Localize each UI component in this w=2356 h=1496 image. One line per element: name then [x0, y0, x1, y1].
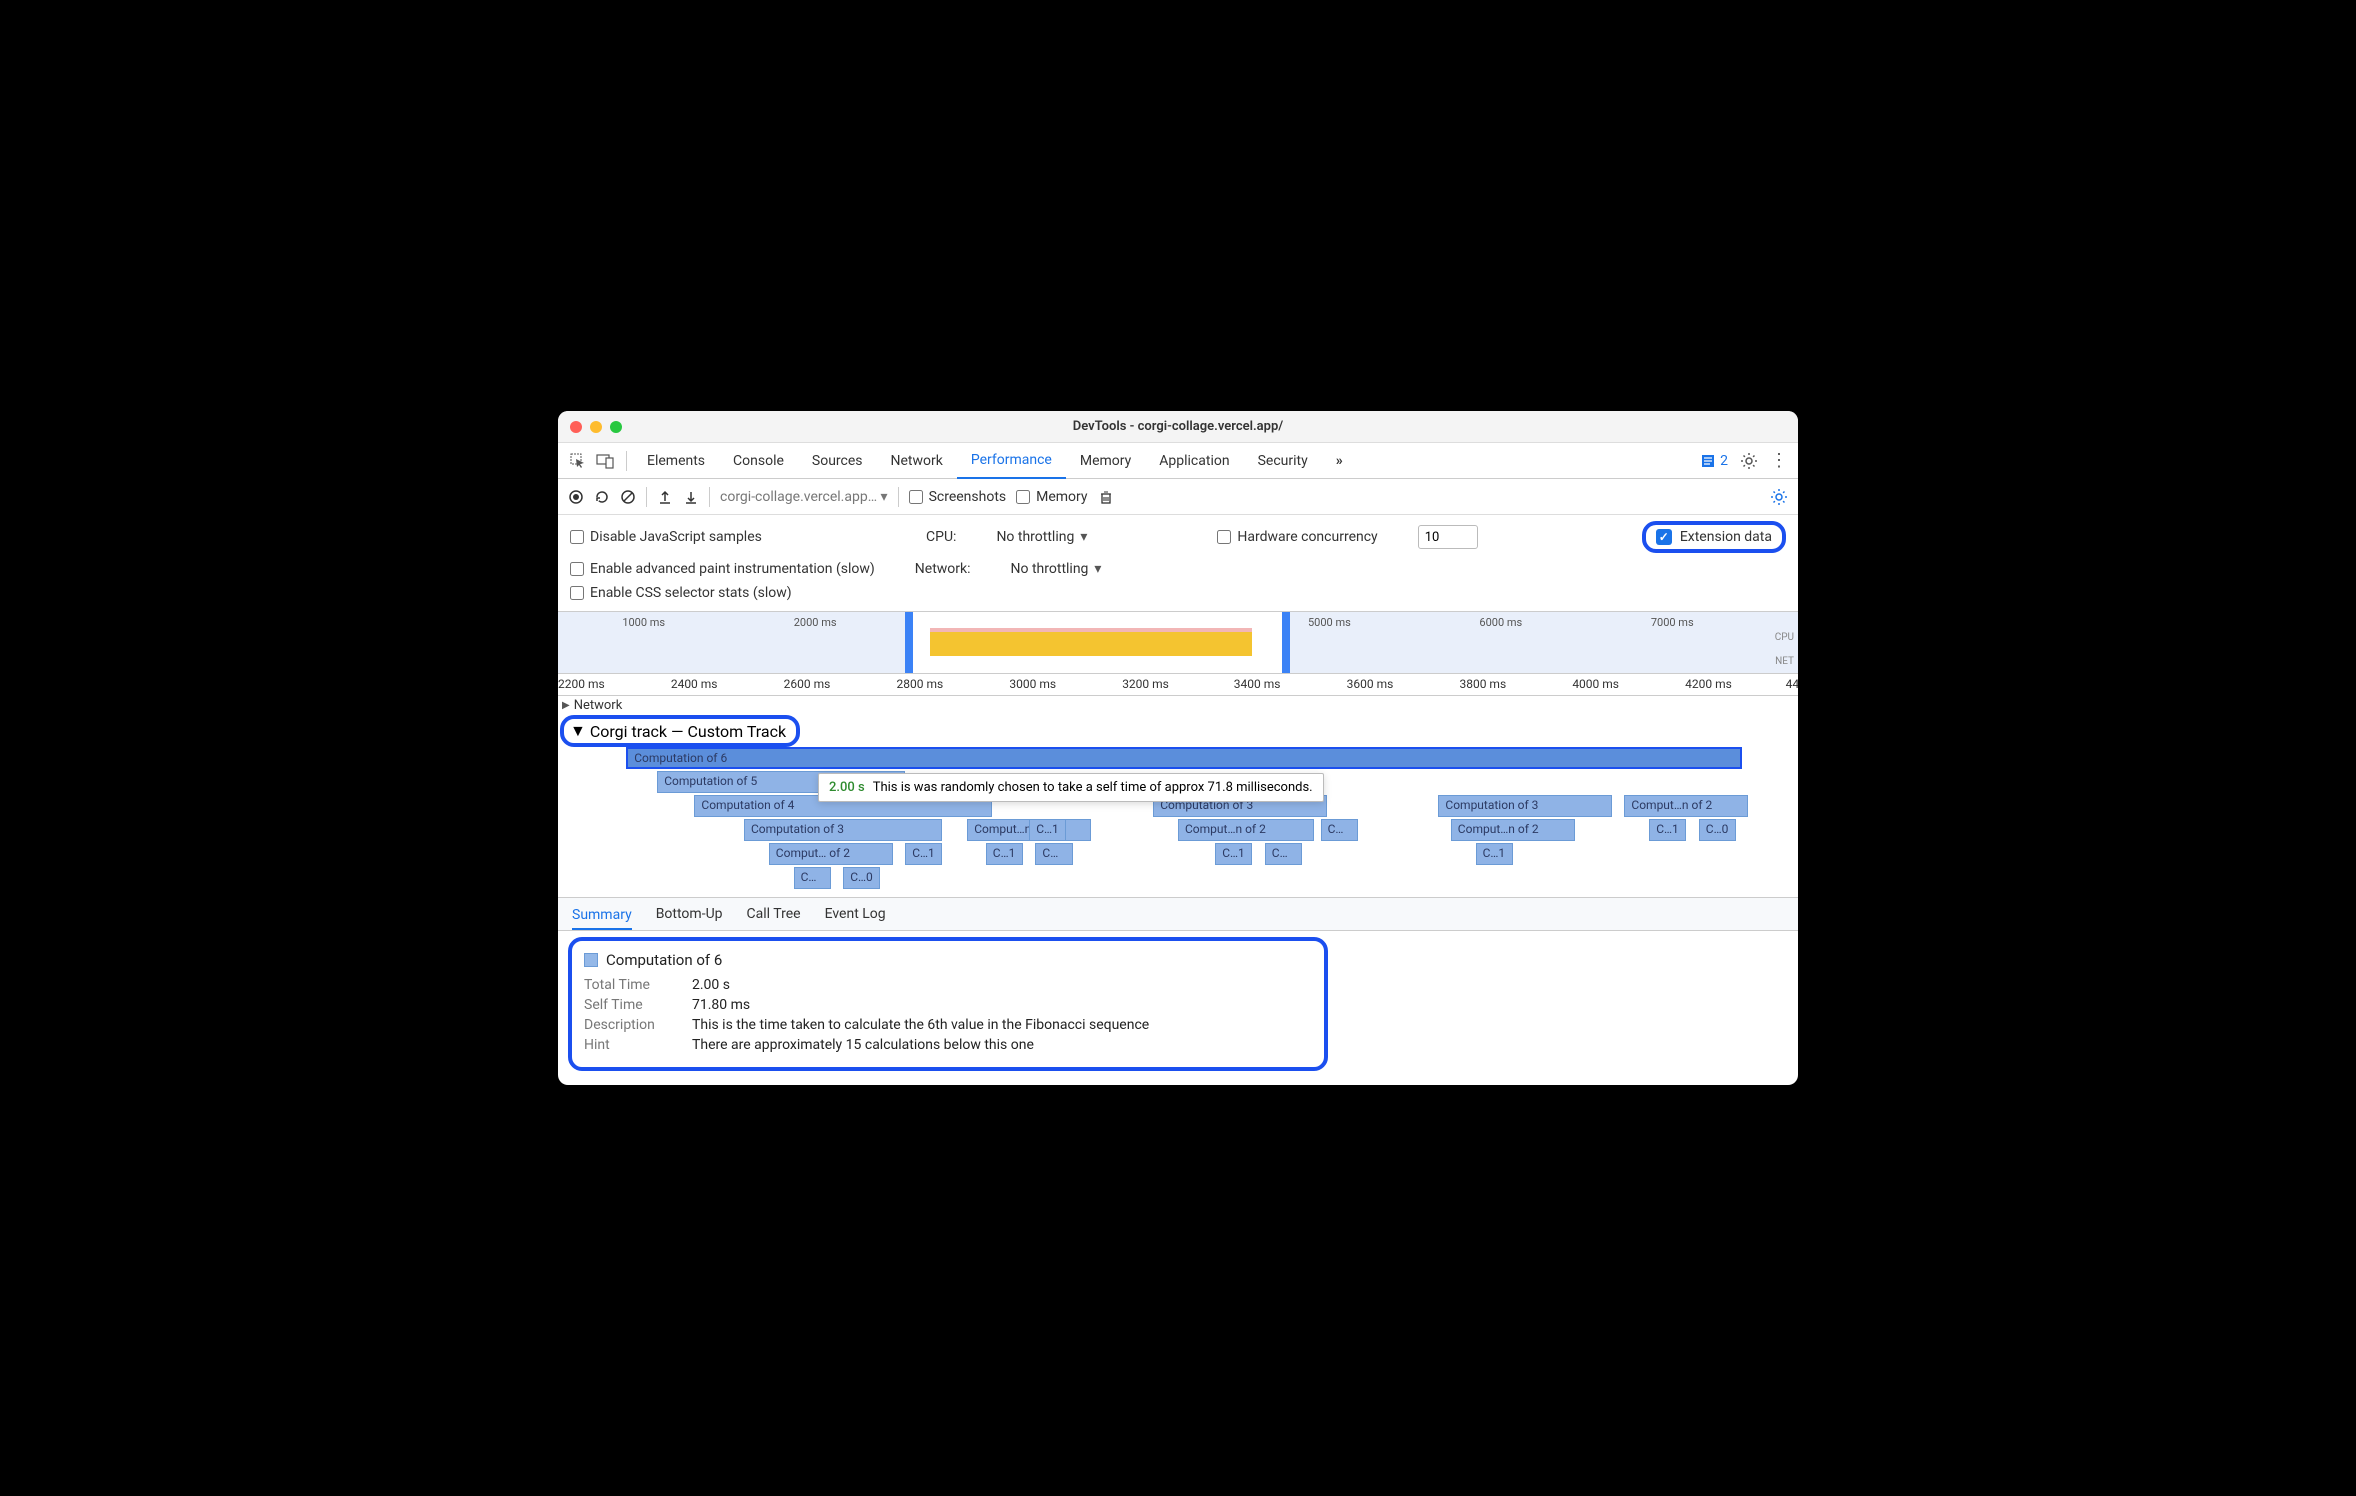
tracks-container: ▶ Network ▼ Corgi track — Custom Track 2…	[558, 696, 1798, 897]
flame-bar[interactable]: C…1	[1476, 843, 1513, 865]
tab-console[interactable]: Console	[719, 443, 798, 479]
ruler-tick: 2200 ms	[558, 677, 605, 691]
tab-event-log[interactable]: Event Log	[825, 906, 886, 922]
gc-icon[interactable]	[1098, 489, 1114, 505]
extension-data-label: Extension data	[1680, 529, 1772, 545]
paint-instr-checkbox[interactable]: Enable advanced paint instrumentation (s…	[570, 561, 875, 577]
download-icon[interactable]	[683, 489, 699, 505]
hw-concurrency-checkbox[interactable]: Hardware concurrency	[1217, 529, 1377, 545]
timeline-overview[interactable]: 1000 ms 2000 ms 3000 ms 4000 ms 5000 ms …	[558, 612, 1798, 674]
network-label: Network:	[915, 561, 971, 577]
more-tabs-icon[interactable]: »	[1322, 443, 1357, 479]
ruler-tick: 4400	[1786, 677, 1798, 691]
summary-title-row: Computation of 6	[584, 951, 1312, 969]
flame-bar[interactable]: Comput…n of 2	[1624, 795, 1748, 817]
cpu-throttling-select[interactable]: No throttling ▾	[996, 529, 1087, 545]
overview-handle-right[interactable]	[1282, 612, 1290, 673]
flame-bar[interactable]: Comput…n of 2	[1178, 819, 1314, 841]
collapse-icon: ▼	[570, 721, 586, 741]
screenshots-checkbox[interactable]: Screenshots	[909, 489, 1007, 505]
tab-sources[interactable]: Sources	[798, 443, 877, 479]
issues-badge[interactable]: 2	[1700, 453, 1728, 469]
overview-handle-left[interactable]	[905, 612, 913, 673]
extension-data-highlight: Extension data	[1642, 521, 1786, 553]
ruler-tick: 4000 ms	[1572, 677, 1619, 691]
flame-tooltip: 2.00 s This is was randomly chosen to ta…	[818, 773, 1324, 802]
summary-title: Computation of 6	[606, 951, 722, 969]
reload-icon[interactable]	[594, 489, 610, 505]
settings-gear-icon[interactable]	[1770, 488, 1788, 506]
ruler-tick: 2600 ms	[784, 677, 831, 691]
flame-bar[interactable]: C…1	[905, 843, 942, 865]
memory-checkbox[interactable]: Memory	[1016, 489, 1087, 505]
main-tabs: Elements Console Sources Network Perform…	[558, 443, 1798, 479]
tab-performance[interactable]: Performance	[957, 443, 1066, 479]
css-stats-checkbox[interactable]: Enable CSS selector stats (slow)	[570, 585, 792, 601]
gear-icon[interactable]	[1740, 452, 1758, 470]
flame-bar[interactable]: C…	[1321, 819, 1358, 841]
expand-icon: ▶	[562, 700, 570, 711]
timeline-ruler[interactable]: 2200 ms 2400 ms 2600 ms 2800 ms 3000 ms 3200 …	[558, 674, 1798, 696]
flame-bar[interactable]: C…	[794, 867, 831, 889]
tab-bottom-up[interactable]: Bottom-Up	[656, 906, 723, 922]
perf-toolbar: corgi-collage.vercel.app… ▾ Screenshots …	[558, 479, 1798, 515]
flame-bar[interactable]: C…0	[843, 867, 880, 889]
devtools-window: DevTools - corgi-collage.vercel.app/ Ele…	[558, 411, 1798, 1085]
flame-bar[interactable]: Comput…n of 2	[1451, 819, 1575, 841]
color-swatch	[584, 953, 598, 967]
flame-bar[interactable]: C…	[1035, 843, 1072, 865]
flame-bar[interactable]: Computation of 3	[1438, 795, 1612, 817]
flame-bar[interactable]: C…1	[1649, 819, 1686, 841]
tab-summary[interactable]: Summary	[572, 907, 632, 930]
tab-security[interactable]: Security	[1244, 443, 1322, 479]
issues-count: 2	[1720, 453, 1728, 469]
flame-bar[interactable]: C…1	[1215, 843, 1252, 865]
capture-settings: Disable JavaScript samples CPU: No throt…	[558, 515, 1798, 612]
summary-highlight: Computation of 6 Total Time2.00 s Self T…	[568, 937, 1328, 1071]
flame-bar[interactable]: C…	[1265, 843, 1302, 865]
ruler-tick: 3200 ms	[1122, 677, 1169, 691]
flame-bar[interactable]: Computation of 3	[744, 819, 942, 841]
flame-bar[interactable]: Computation of 6	[626, 747, 1742, 769]
tab-call-tree[interactable]: Call Tree	[747, 906, 801, 922]
window-title: DevTools - corgi-collage.vercel.app/	[558, 419, 1798, 434]
separator	[626, 451, 627, 471]
flame-bar[interactable]: C…1	[986, 843, 1023, 865]
device-icon[interactable]	[592, 453, 620, 469]
kebab-icon[interactable]: ⋮	[1770, 450, 1788, 471]
tab-network[interactable]: Network	[877, 443, 957, 479]
extension-data-checkbox[interactable]	[1656, 529, 1672, 545]
flame-bar[interactable]: C…0	[1699, 819, 1736, 841]
detail-tabs: Summary Bottom-Up Call Tree Event Log	[558, 897, 1798, 931]
cpu-label: CPU:	[926, 529, 956, 545]
custom-track-highlight[interactable]: ▼ Corgi track — Custom Track	[560, 715, 800, 747]
ruler-tick: 3600 ms	[1347, 677, 1394, 691]
tab-elements[interactable]: Elements	[633, 443, 719, 479]
network-throttling-select[interactable]: No throttling ▾	[1011, 561, 1102, 577]
ruler-tick: 3400 ms	[1234, 677, 1281, 691]
network-track-header[interactable]: ▶ Network	[558, 696, 1798, 715]
clear-icon[interactable]	[620, 489, 636, 505]
ruler-tick: 4200 ms	[1685, 677, 1732, 691]
ruler-tick: 3000 ms	[1009, 677, 1056, 691]
target-dropdown[interactable]: corgi-collage.vercel.app… ▾	[720, 489, 888, 505]
ruler-tick: 2800 ms	[897, 677, 944, 691]
upload-icon[interactable]	[657, 489, 673, 505]
ruler-tick: 3800 ms	[1459, 677, 1506, 691]
tab-application[interactable]: Application	[1145, 443, 1243, 479]
hw-concurrency-input[interactable]	[1418, 525, 1478, 549]
record-icon[interactable]	[568, 489, 584, 505]
titlebar: DevTools - corgi-collage.vercel.app/	[558, 411, 1798, 443]
inspect-icon[interactable]	[564, 452, 592, 470]
flame-bar[interactable]: C…1	[1029, 819, 1066, 841]
ruler-tick: 2400 ms	[671, 677, 718, 691]
disable-js-checkbox[interactable]: Disable JavaScript samples	[570, 529, 762, 545]
tab-memory[interactable]: Memory	[1066, 443, 1145, 479]
flame-chart[interactable]: 2.00 s This is was randomly chosen to ta…	[558, 747, 1798, 897]
flame-bar[interactable]: Comput… of 2	[769, 843, 893, 865]
